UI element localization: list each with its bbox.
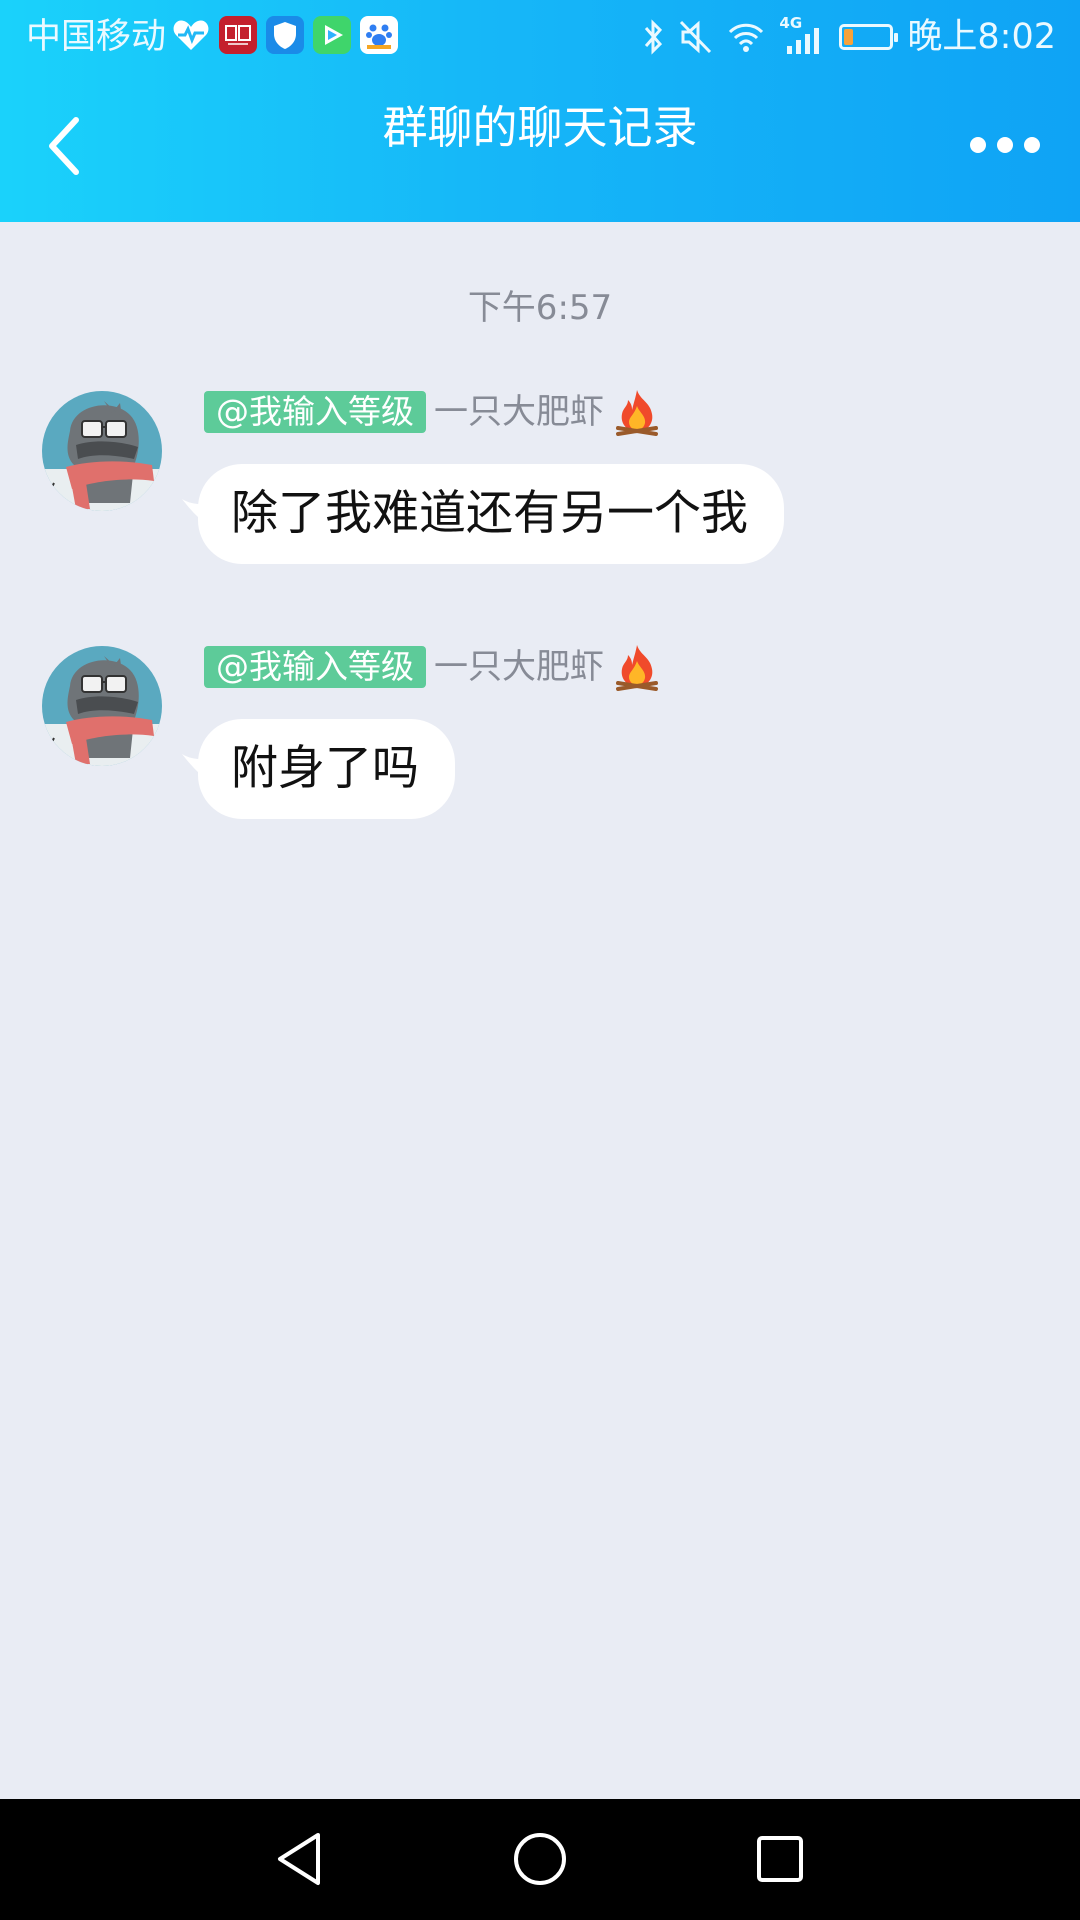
wifi-icon xyxy=(729,23,764,52)
status-bar: 中国移动 4G 晚上8:02 xyxy=(0,0,1080,74)
more-options-button[interactable] xyxy=(970,130,1040,160)
system-back-button[interactable] xyxy=(270,1829,330,1889)
member-tag[interactable]: @我输入等级 xyxy=(204,646,426,688)
netease-news-icon xyxy=(219,16,257,54)
more-dot xyxy=(997,137,1013,153)
chat-history-screen: 中国移动 4G 晚上8:02 群聊的聊天记录 下午6:57 @我输入等级 一只大… xyxy=(0,0,1080,1920)
avatar[interactable] xyxy=(42,391,162,511)
title-bar: 群聊的聊天记录 xyxy=(0,74,1080,222)
battery-icon xyxy=(839,24,899,50)
health-heart-icon xyxy=(172,16,210,54)
message-bubble[interactable]: 除了我难道还有另一个我 xyxy=(198,464,784,564)
notification-icons xyxy=(172,16,398,54)
sender-name[interactable]: 一只大肥虾 xyxy=(434,391,604,433)
recents-square-icon xyxy=(757,1836,803,1882)
message-timestamp: 下午6:57 xyxy=(467,288,613,328)
more-dot xyxy=(970,137,986,153)
baidu-paw-icon xyxy=(360,16,398,54)
carrier-name: 中国移动 xyxy=(26,17,167,57)
status-time: 晚上8:02 xyxy=(907,17,1056,57)
sender-info: @我输入等级 一只大肥虾 xyxy=(204,645,660,691)
signal-4g-icon: 4G xyxy=(779,14,825,56)
bluetooth-icon xyxy=(645,19,663,55)
member-tag[interactable]: @我输入等级 xyxy=(204,391,426,433)
sender-name[interactable]: 一只大肥虾 xyxy=(434,646,604,688)
video-play-icon xyxy=(313,16,351,54)
mute-icon xyxy=(680,20,712,54)
page-title: 群聊的聊天记录 xyxy=(382,101,698,154)
sender-info: @我输入等级 一只大肥虾 xyxy=(204,390,660,436)
avatar[interactable] xyxy=(42,646,162,766)
status-indicators: 4G 晚上8:02 xyxy=(641,14,1056,60)
message-bubble[interactable]: 附身了吗 xyxy=(198,719,455,819)
system-recents-button[interactable] xyxy=(750,1829,810,1889)
fire-icon xyxy=(616,645,658,691)
system-home-button[interactable] xyxy=(510,1829,570,1889)
home-circle-icon xyxy=(514,1833,566,1885)
battery-level xyxy=(844,29,854,45)
security-shield-icon xyxy=(266,16,304,54)
system-navigation-bar xyxy=(0,1799,1080,1920)
top-header: 中国移动 4G 晚上8:02 群聊的聊天记录 xyxy=(0,0,1080,222)
more-dot xyxy=(1024,137,1040,153)
fire-icon xyxy=(616,390,658,436)
back-triangle-icon xyxy=(278,1833,320,1885)
